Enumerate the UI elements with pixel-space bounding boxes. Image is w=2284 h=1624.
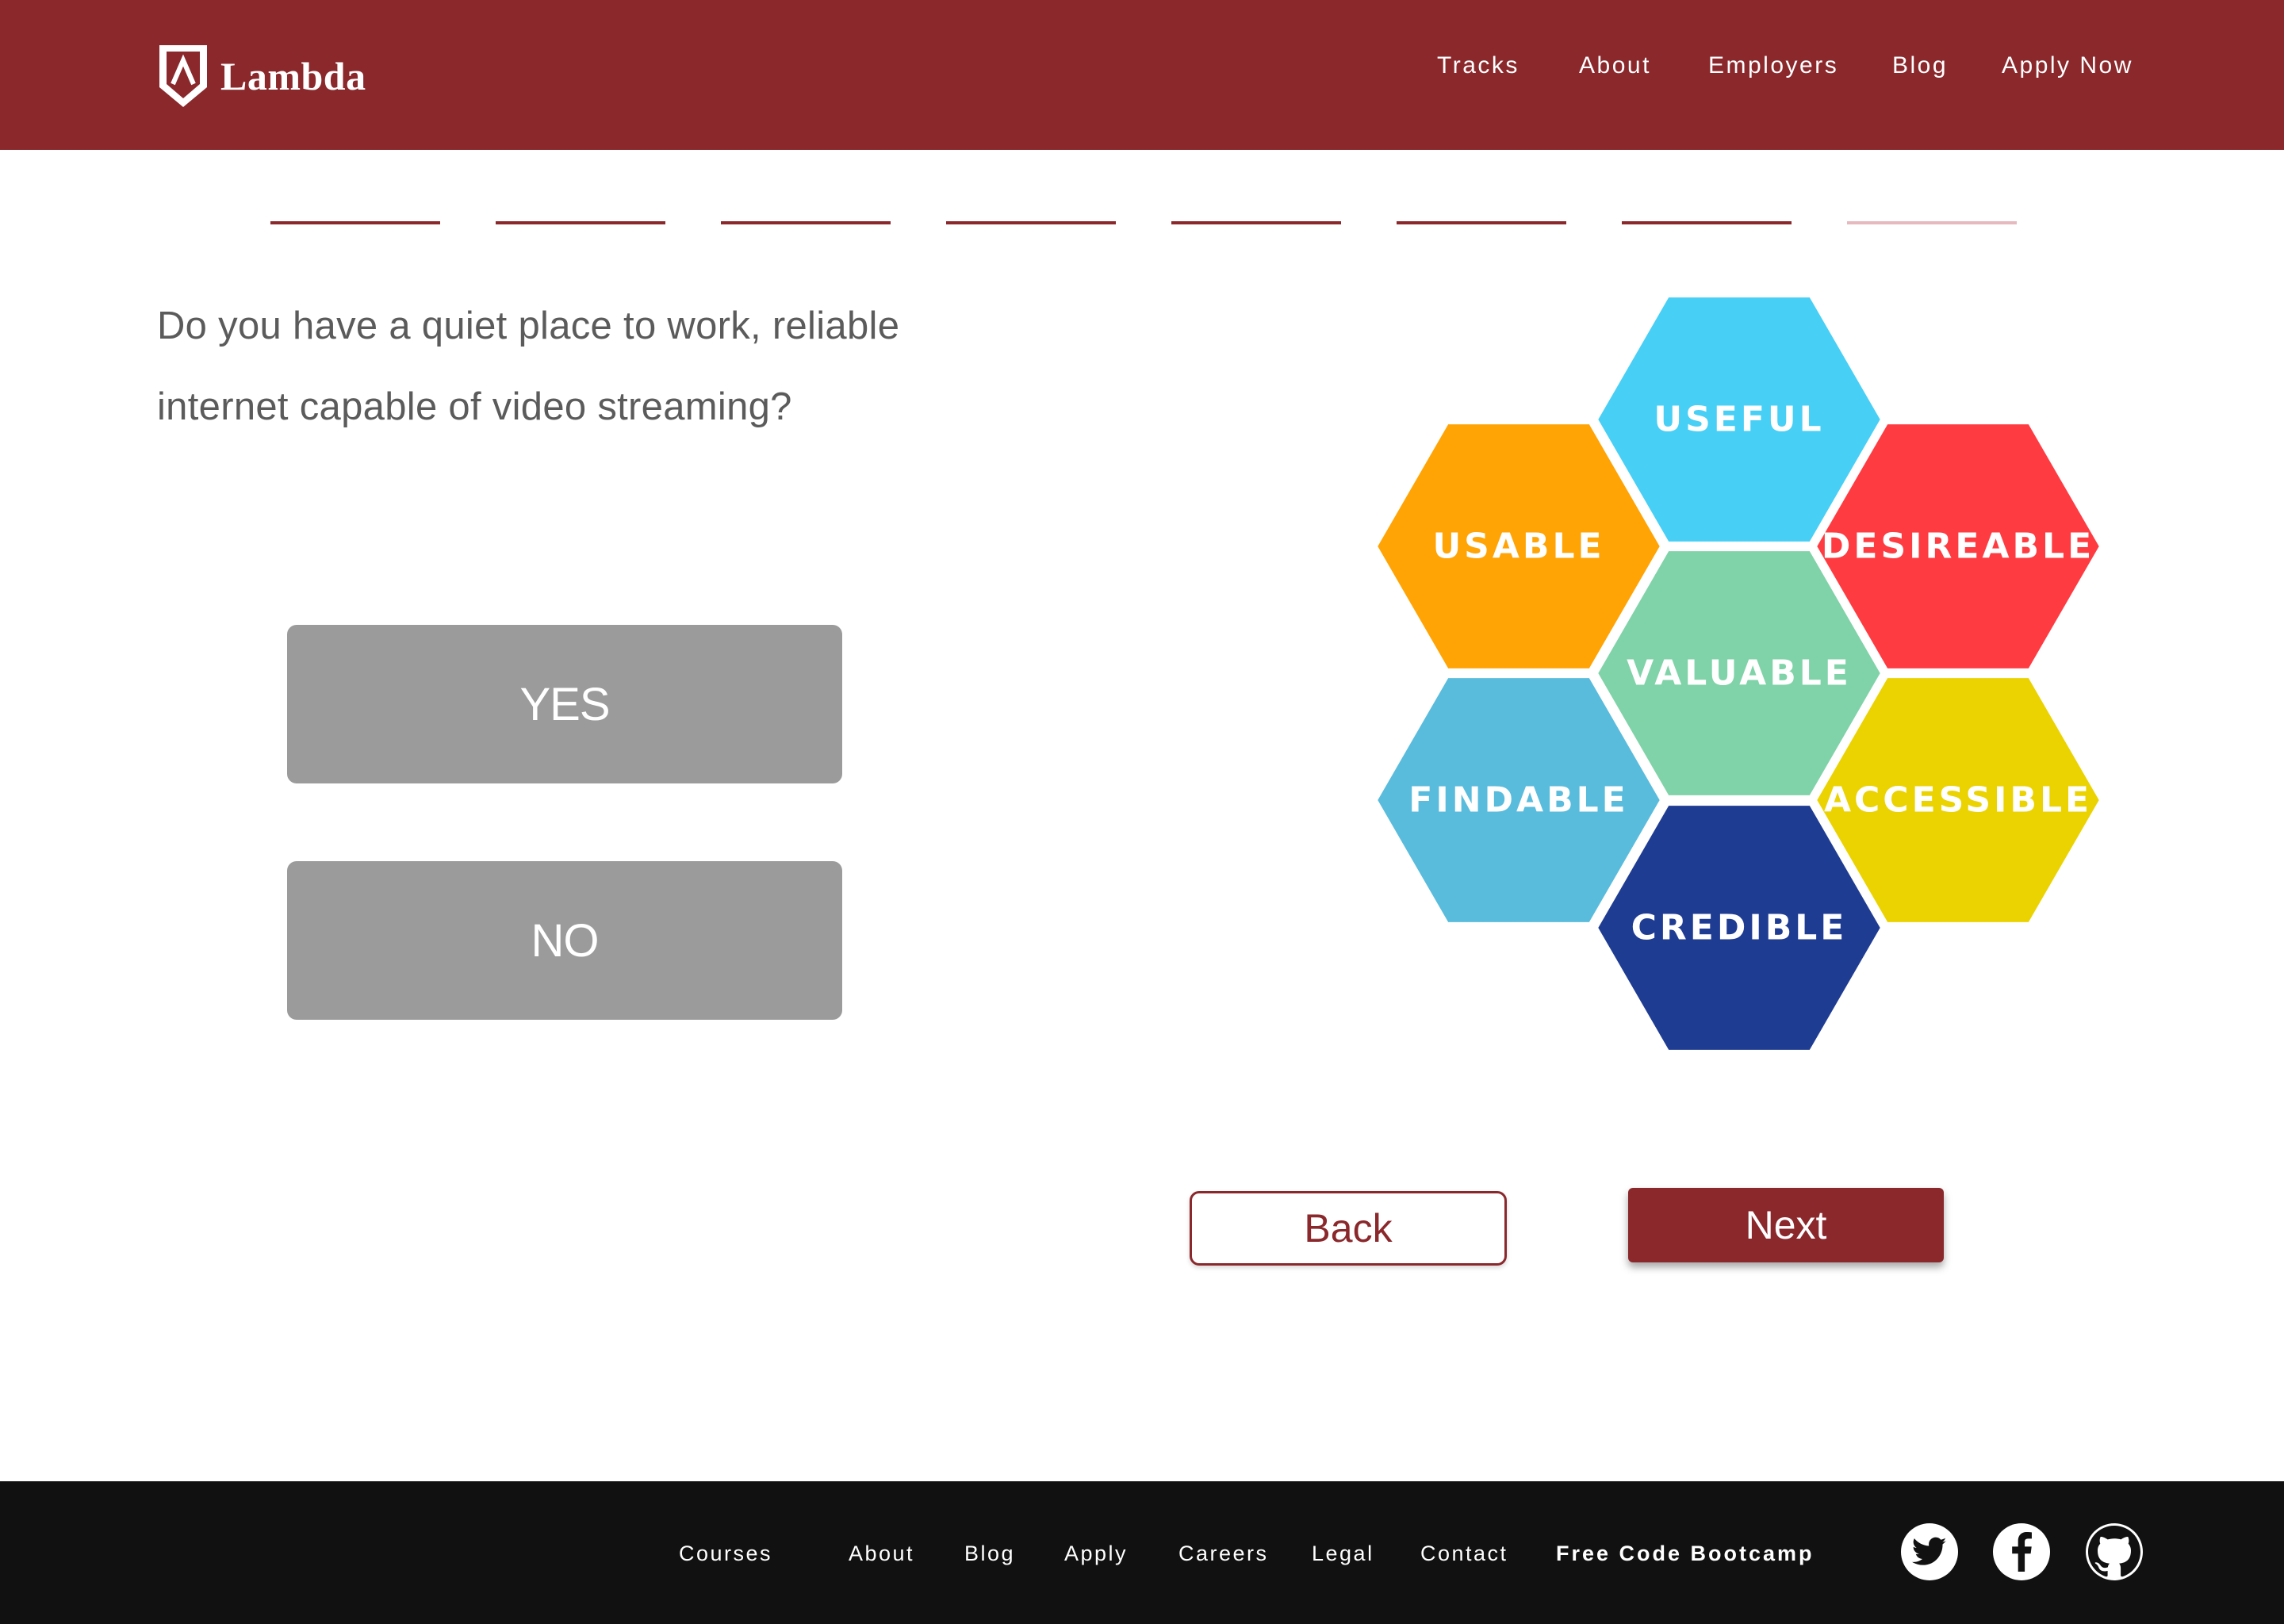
progress-step: [1622, 221, 1792, 224]
github-icon[interactable]: [2086, 1523, 2143, 1580]
ux-honeycomb-diagram: USEFUL USABLE DESIREABLE VALUABLE FINDABLE AC…: [1374, 294, 2103, 1053]
shield-logo-icon: [159, 45, 207, 107]
nav-blog[interactable]: Blog: [1892, 52, 1948, 79]
site-header: Lambda Tracks About Employers Blog Apply…: [0, 0, 2284, 150]
question-text: Do you have a quiet place to work, relia…: [157, 285, 1014, 447]
back-button[interactable]: Back: [1190, 1191, 1507, 1266]
nav-employers[interactable]: Employers: [1708, 52, 1838, 79]
progress-step: [1171, 221, 1341, 224]
hexagon-label-accessible: ACCESSIBLE: [1824, 780, 2092, 821]
lambda-logo[interactable]: Lambda: [157, 43, 366, 109]
footer-link-apply[interactable]: Apply: [1064, 1542, 1128, 1566]
no-button[interactable]: NO: [287, 861, 842, 1020]
next-button[interactable]: Next: [1628, 1188, 1944, 1262]
hexagon-label-desireable: DESIREABLE: [1822, 527, 2094, 567]
nav-tracks[interactable]: Tracks: [1437, 52, 1519, 79]
progress-step: [946, 221, 1116, 224]
hexagon-label-usable: USABLE: [1432, 527, 1604, 567]
footer-link-legal[interactable]: Legal: [1312, 1542, 1374, 1566]
progress-step-pending: [1847, 221, 2017, 224]
footer-link-contact[interactable]: Contact: [1420, 1542, 1508, 1566]
footer-link-about[interactable]: About: [849, 1542, 914, 1566]
question-line-1: Do you have a quiet place to work, relia…: [157, 304, 900, 347]
footer-link-free-code-bootcamp[interactable]: Free Code Bootcamp: [1556, 1542, 1815, 1566]
progress-step: [496, 221, 665, 224]
footer-link-careers[interactable]: Careers: [1178, 1542, 1269, 1566]
progress-step: [721, 221, 891, 224]
facebook-icon[interactable]: [1993, 1523, 2050, 1580]
brand-name: Lambda: [220, 54, 366, 98]
nav-apply-now[interactable]: Apply Now: [2002, 52, 2133, 79]
yes-button[interactable]: YES: [287, 625, 842, 783]
footer-link-blog[interactable]: Blog: [964, 1542, 1015, 1566]
progress-step: [1397, 221, 1566, 224]
hexagon-label-credible: CREDIBLE: [1631, 908, 1848, 948]
hexagon-label-valuable: VALUABLE: [1627, 653, 1852, 694]
hexagon-label-useful: USEFUL: [1654, 400, 1824, 440]
nav-about[interactable]: About: [1579, 52, 1651, 79]
progress-step: [270, 221, 440, 224]
footer-link-courses[interactable]: Courses: [679, 1542, 772, 1566]
question-line-2: internet capable of video streaming?: [157, 385, 792, 428]
twitter-icon[interactable]: [1901, 1523, 1958, 1580]
hexagon-label-findable: FINDABLE: [1408, 780, 1628, 821]
